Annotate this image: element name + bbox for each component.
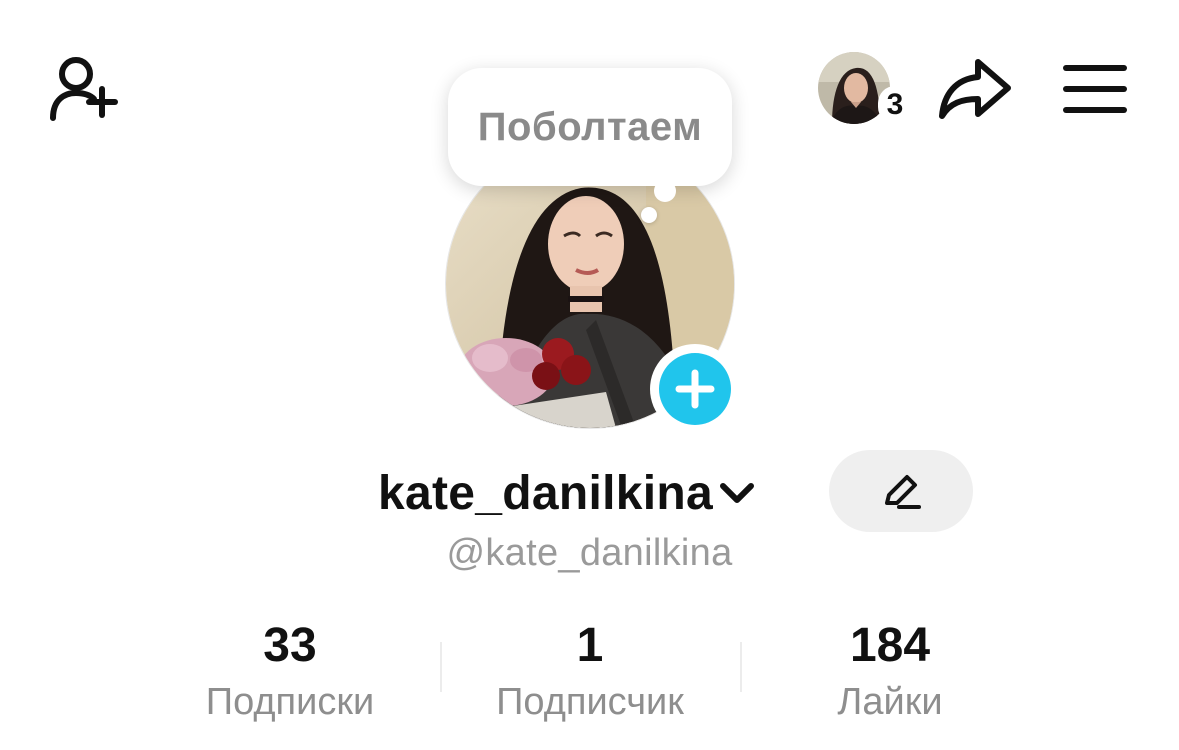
status-bubble[interactable]: Поболтаем <box>448 68 732 186</box>
stat-label: Лайки <box>837 681 943 723</box>
account-switcher[interactable]: kate_danilkina <box>378 462 757 524</box>
user-handle: @kate_danilkina <box>0 532 1179 575</box>
status-bubble-text: Поболтаем <box>477 104 703 149</box>
stat-label: Подписчик <box>496 681 684 723</box>
menu-button[interactable] <box>1060 60 1130 118</box>
user-handle-text: @kate_danilkina <box>446 532 733 574</box>
stat-followers[interactable]: 1 Подписчик <box>440 618 740 728</box>
add-friend-button[interactable] <box>44 52 124 124</box>
stat-following[interactable]: 33 Подписки <box>140 618 440 728</box>
stat-value: 1 <box>576 619 604 672</box>
hamburger-menu-icon <box>1063 65 1127 113</box>
share-arrow-icon <box>939 59 1011 119</box>
person-plus-icon <box>50 57 118 121</box>
bubble-tail-dot <box>654 180 676 202</box>
edit-profile-button[interactable] <box>829 450 973 532</box>
pencil-icon <box>885 475 921 509</box>
share-button[interactable] <box>936 54 1014 124</box>
username: kate_danilkina <box>378 466 714 520</box>
story-avatar-button[interactable]: 3 <box>818 52 912 126</box>
plus-icon <box>675 369 715 409</box>
stat-likes[interactable]: 184 Лайки <box>740 618 1040 728</box>
bubble-tail-dot-small <box>641 207 657 223</box>
stat-label: Подписки <box>205 681 375 723</box>
add-story-button[interactable] <box>650 344 740 434</box>
stat-value: 33 <box>263 619 317 672</box>
stat-value: 184 <box>849 619 931 672</box>
story-count-badge: 3 <box>878 86 912 124</box>
chevron-down-icon <box>717 473 757 513</box>
add-badge-circle <box>659 353 731 425</box>
